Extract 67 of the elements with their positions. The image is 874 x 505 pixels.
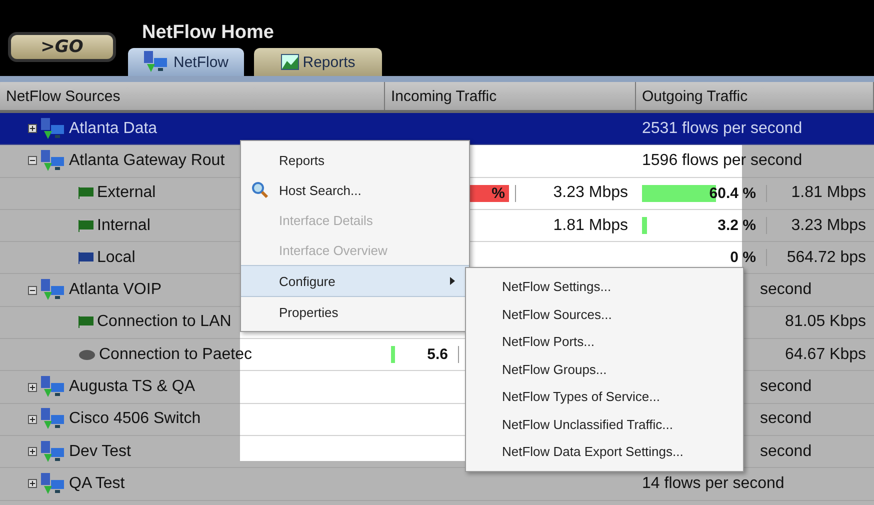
source-name: Atlanta Gateway Rout	[69, 152, 225, 170]
flow-rate: second	[760, 378, 812, 396]
expand-icon[interactable]	[28, 447, 37, 456]
source-name: Augusta TS & QA	[69, 378, 195, 396]
flow-rate: second	[760, 442, 812, 461]
source-name: Internal	[97, 216, 150, 235]
tree-row[interactable]: Atlanta Data 2531 flows per second	[0, 113, 874, 146]
source-name: Cisco 4506 Switch	[69, 410, 201, 428]
expand-icon[interactable]	[28, 124, 37, 134]
traffic-reading: 3.23 Mbps	[791, 216, 866, 235]
menu-item[interactable]: NetFlow Ports...	[466, 328, 743, 356]
column-header[interactable]: Outgoing Traffic	[636, 82, 874, 110]
flow-rate: 1596 flows per second	[642, 152, 802, 170]
source-name: QA Test	[69, 474, 125, 493]
collapse-icon[interactable]	[28, 156, 37, 166]
go-button[interactable]: >GO	[8, 32, 116, 62]
expand-icon[interactable]	[28, 414, 37, 424]
traffic-reading: 1.81 Mbps	[553, 216, 628, 235]
menu-item[interactable]: NetFlow Data Export Settings...	[466, 438, 743, 466]
network-computers-icon	[40, 278, 66, 302]
menu-item[interactable]: Properties	[241, 297, 469, 327]
tab[interactable]: NetFlow	[128, 48, 244, 76]
percent-text: 3.2 %	[718, 217, 756, 234]
page-title: NetFlow Home	[141, 22, 275, 44]
menu-item[interactable]: Host Search...	[241, 175, 469, 205]
source-name: Atlanta VOIP	[69, 281, 162, 300]
flow-rate: second	[760, 281, 812, 300]
network-computers-icon	[40, 407, 66, 432]
menu-item[interactable]: NetFlow Settings...	[466, 273, 743, 300]
traffic-reading: 564.72 bps	[786, 248, 866, 267]
submenu-arrow-icon	[450, 277, 455, 285]
menu-item[interactable]: NetFlow Sources...	[466, 300, 743, 328]
source-name: Connection to LAN	[97, 313, 232, 332]
source-name: Atlanta Data	[69, 120, 158, 138]
search-icon	[251, 181, 269, 199]
source-name: Local	[97, 248, 136, 267]
chart-icon	[280, 54, 299, 70]
expand-icon[interactable]	[28, 382, 37, 392]
menu-item[interactable]: NetFlow Groups...	[466, 356, 743, 383]
menu-item[interactable]: NetFlow Types of Service...	[466, 383, 743, 410]
menu-item[interactable]: NetFlow Unclassified Traffic...	[466, 410, 743, 438]
traffic-reading: 64.67 Kbps	[785, 346, 866, 364]
menu-item[interactable]: Configure	[241, 265, 469, 297]
percent-text: 5.6	[427, 346, 448, 364]
network-computers-icon	[40, 472, 66, 496]
traffic-reading: 81.05 Kbps	[785, 313, 866, 332]
network-computers-icon	[40, 148, 66, 173]
traffic-reading: 1.81 Mbps	[791, 184, 866, 202]
column-header[interactable]: NetFlow Sources	[0, 82, 385, 110]
network-computers-icon	[40, 116, 66, 141]
source-name: Dev Test	[69, 442, 131, 461]
expand-icon[interactable]	[28, 479, 37, 488]
traffic-reading: 3.23 Mbps	[553, 184, 628, 202]
flow-rate: 14 flows per second	[642, 474, 784, 493]
percent-text: %	[492, 184, 505, 202]
percent-text: 0 %	[730, 249, 756, 266]
column-header[interactable]: Incoming Traffic	[385, 82, 636, 110]
tab[interactable]: Reports	[254, 48, 382, 76]
menu-item[interactable]: Reports	[241, 145, 469, 175]
network-computers-icon	[40, 375, 66, 400]
flow-rate: 2531 flows per second	[642, 120, 802, 138]
flow-rate: second	[760, 410, 812, 428]
source-name: Connection to Paetec	[99, 346, 252, 364]
collapse-icon[interactable]	[28, 286, 37, 295]
network-computers-icon	[40, 440, 66, 464]
network-computers-icon	[143, 50, 170, 74]
source-name: External	[97, 184, 156, 202]
